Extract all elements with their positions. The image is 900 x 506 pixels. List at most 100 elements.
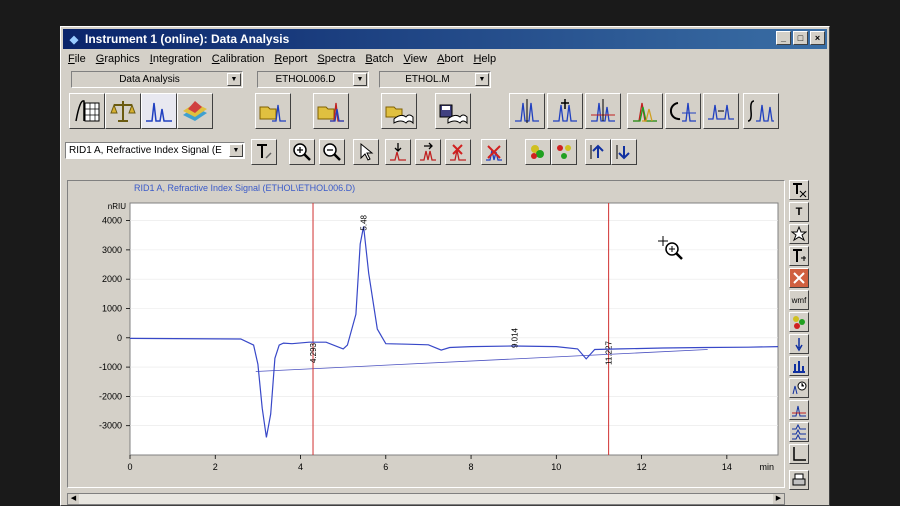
menu-report[interactable]: Report bbox=[269, 53, 312, 65]
integrate-area-button[interactable] bbox=[743, 93, 779, 129]
chevron-down-icon[interactable]: ▼ bbox=[227, 73, 241, 86]
signal-options-button[interactable] bbox=[551, 139, 577, 165]
menu-calibration[interactable]: Calibration bbox=[207, 53, 270, 65]
move-text-button[interactable] bbox=[789, 246, 809, 266]
cursor-label: 11.227 bbox=[605, 341, 614, 365]
menu-graphics[interactable]: Graphics bbox=[91, 53, 145, 65]
app-window: ◆ Instrument 1 (online): Data Analysis _… bbox=[60, 26, 830, 506]
arrow-down-icon bbox=[616, 145, 630, 160]
view-select[interactable]: Data Analysis ▼ bbox=[71, 71, 243, 88]
previous-signal-button[interactable] bbox=[585, 139, 611, 165]
minimize-button[interactable]: _ bbox=[776, 31, 791, 45]
scroll-right-arrow-icon[interactable]: ▶ bbox=[773, 494, 784, 504]
overlay-traces-icon bbox=[792, 405, 806, 417]
close-button[interactable]: × bbox=[810, 31, 825, 45]
peak-delete-icon bbox=[450, 144, 466, 161]
x-tick-label: 8 bbox=[469, 462, 474, 472]
bar-chart-icon bbox=[793, 361, 805, 373]
x-axis-label: min bbox=[759, 462, 774, 472]
traffic-dots-icon bbox=[557, 145, 571, 159]
clear-text-button[interactable] bbox=[789, 180, 809, 200]
color-scheme-button[interactable] bbox=[789, 312, 809, 332]
colors-button[interactable] bbox=[525, 139, 551, 165]
clear-integration-button[interactable] bbox=[481, 139, 507, 165]
text-button[interactable]: T bbox=[789, 202, 809, 222]
overlay-view-button[interactable] bbox=[789, 400, 809, 420]
overlay-signal-button[interactable] bbox=[313, 93, 349, 129]
save-method-button[interactable] bbox=[435, 93, 471, 129]
maximize-button[interactable]: □ bbox=[793, 31, 808, 45]
draw-baseline-button[interactable] bbox=[385, 139, 411, 165]
menu-spectra[interactable]: Spectra bbox=[312, 53, 360, 65]
load-method-button[interactable] bbox=[381, 93, 417, 129]
annotate-button[interactable] bbox=[789, 224, 809, 244]
peak-retention-label: 5.48 bbox=[360, 214, 369, 230]
integral-peaks-icon bbox=[747, 100, 774, 122]
menu-abort[interactable]: Abort bbox=[432, 53, 468, 65]
chevron-down-icon[interactable]: ▼ bbox=[353, 73, 367, 86]
x-tick-label: 14 bbox=[722, 462, 732, 472]
x-tick-label: 0 bbox=[127, 462, 132, 472]
refresh-peak-icon bbox=[669, 102, 696, 122]
app-icon: ◆ bbox=[69, 33, 79, 46]
zoom-in-button[interactable] bbox=[289, 139, 315, 165]
folder-overlay-icon bbox=[317, 102, 344, 122]
signal-select[interactable]: RID1 A, Refractive Index Signal (E ▼ bbox=[65, 142, 245, 159]
method-file-select[interactable]: ETHOL.M ▼ bbox=[379, 71, 491, 88]
peak-marker-button[interactable] bbox=[789, 334, 809, 354]
clear-peaks-icon bbox=[486, 145, 502, 161]
delete-annotation-button[interactable] bbox=[789, 268, 809, 288]
graphics-sidebar: T wmf bbox=[789, 180, 811, 505]
menu-view[interactable]: View bbox=[398, 53, 432, 65]
peak-purity-button[interactable] bbox=[627, 93, 663, 129]
text-tool-button[interactable] bbox=[251, 139, 277, 165]
menu-bar: File Graphics Integration Calibration Re… bbox=[63, 50, 827, 68]
select-tool-button[interactable] bbox=[353, 139, 379, 165]
timer-view-button[interactable] bbox=[789, 378, 809, 398]
chromatogram-chart[interactable]: nRIU 4000 3000 2000 1000 0 -1000 -2000 -3000 0 2 4… bbox=[68, 195, 784, 487]
reintegrate-button[interactable] bbox=[665, 93, 701, 129]
bar-view-button[interactable] bbox=[789, 356, 809, 376]
split-peaks-button[interactable] bbox=[509, 93, 545, 129]
load-signal-button[interactable] bbox=[255, 93, 291, 129]
menu-help[interactable]: Help bbox=[468, 53, 501, 65]
scroll-left-arrow-icon[interactable]: ◀ bbox=[68, 494, 79, 504]
color-dots-icon bbox=[531, 145, 544, 159]
calibration-view-button[interactable] bbox=[105, 93, 141, 129]
y-tick-label: 3000 bbox=[102, 245, 122, 255]
integration-view-button[interactable] bbox=[69, 93, 105, 129]
peak-split-icon bbox=[515, 99, 539, 123]
export-wmf-button[interactable]: wmf bbox=[789, 290, 809, 310]
zoom-in-icon bbox=[293, 143, 311, 161]
integration-grid-icon bbox=[75, 100, 100, 122]
cursor-arrow-icon bbox=[360, 142, 374, 161]
chevron-down-icon[interactable]: ▼ bbox=[475, 73, 489, 86]
menu-file[interactable]: File bbox=[63, 53, 91, 65]
horizontal-scrollbar[interactable]: ◀ ▶ bbox=[67, 493, 785, 505]
next-signal-button[interactable] bbox=[611, 139, 637, 165]
y-axis: nRIU 4000 3000 2000 1000 0 -1000 -2000 -3000 bbox=[99, 202, 130, 431]
menu-integration[interactable]: Integration bbox=[145, 53, 207, 65]
print-button[interactable] bbox=[789, 470, 809, 490]
x-tick-label: 2 bbox=[213, 462, 218, 472]
menu-batch[interactable]: Batch bbox=[360, 53, 398, 65]
split-peak-button[interactable] bbox=[415, 139, 441, 165]
manual-integrate-button[interactable] bbox=[547, 93, 583, 129]
baseline-button[interactable] bbox=[585, 93, 621, 129]
zoom-out-button[interactable] bbox=[319, 139, 345, 165]
save-book-icon bbox=[439, 104, 468, 125]
peak-cross-icon bbox=[553, 99, 577, 122]
delete-peak-button[interactable] bbox=[445, 139, 471, 165]
stack-view-button[interactable] bbox=[789, 422, 809, 442]
y-tick-label: -2000 bbox=[99, 391, 122, 401]
color-dots-icon bbox=[793, 316, 805, 329]
chevron-down-icon[interactable]: ▼ bbox=[229, 144, 243, 157]
axis-view-button[interactable] bbox=[789, 444, 809, 464]
y-tick-label: 1000 bbox=[102, 303, 122, 313]
main-toolbar: Data Analysis ▼ ETHOL006.D ▼ ETHOL.M ▼ bbox=[63, 69, 827, 135]
clock-chart-icon bbox=[792, 381, 807, 395]
signal-view-button[interactable] bbox=[141, 93, 177, 129]
3d-view-button[interactable] bbox=[177, 93, 213, 129]
data-file-select[interactable]: ETHOL006.D ▼ bbox=[257, 71, 369, 88]
peak-compare-button[interactable] bbox=[703, 93, 739, 129]
